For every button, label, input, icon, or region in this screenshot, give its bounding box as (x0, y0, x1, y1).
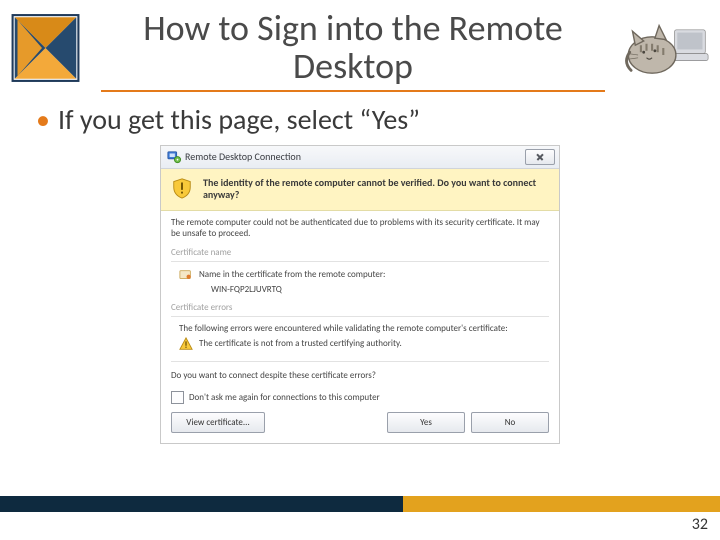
connect-question: Do you want to connect despite these cer… (171, 370, 549, 381)
bullet-text: If you get this page, select “Yes” (58, 102, 420, 137)
slide-footer-band (0, 496, 720, 512)
certificate-name-line: Name in the certificate from the remote … (199, 269, 385, 281)
yes-button[interactable]: Yes (387, 412, 465, 433)
close-button[interactable] (525, 149, 555, 165)
dialog-warning-text: The identity of the remote computer cann… (203, 177, 549, 202)
certificate-icon (179, 268, 193, 282)
bullet-line: •If you get this page, select “Yes” (36, 102, 720, 137)
bullet-marker: • (36, 102, 58, 137)
cat-mascot (625, 13, 710, 83)
slide-logo (8, 13, 83, 83)
warning-triangle-icon (179, 337, 193, 351)
no-button[interactable]: No (471, 412, 549, 433)
view-certificate-button[interactable]: View certificate... (171, 412, 265, 433)
certificate-name-value: WIN-FQP2LJUVRTQ (211, 284, 282, 296)
slide-title: How to Sign into the Remote Desktop (101, 10, 605, 92)
dont-ask-checkbox[interactable] (171, 391, 184, 404)
dialog-explanation: The remote computer could not be authent… (171, 217, 549, 240)
page-number: 32 (692, 515, 708, 534)
certificate-errors-label: Certificate errors (171, 302, 549, 313)
rdp-titlebar-icon (167, 150, 181, 164)
dont-ask-label: Don't ask me again for connections to th… (189, 392, 380, 403)
certificate-name-row: Name in the certificate from the remote … (179, 268, 549, 282)
dialog-title-text: Remote Desktop Connection (185, 150, 301, 163)
certificate-name-value-row: WIN-FQP2LJUVRTQ (191, 284, 549, 296)
rdp-dialog: Remote Desktop Connection The identity o… (160, 145, 560, 445)
certificate-errors-intro: The following errors were encountered wh… (179, 323, 549, 335)
certificate-name-label: Certificate name (171, 247, 549, 258)
certificate-error-item: The certificate is not from a trusted ce… (179, 337, 549, 351)
dialog-warning-banner: The identity of the remote computer cann… (161, 169, 559, 211)
dialog-titlebar: Remote Desktop Connection (161, 146, 559, 169)
shield-warning-icon (171, 177, 193, 199)
certificate-error-text: The certificate is not from a trusted ce… (199, 338, 402, 350)
